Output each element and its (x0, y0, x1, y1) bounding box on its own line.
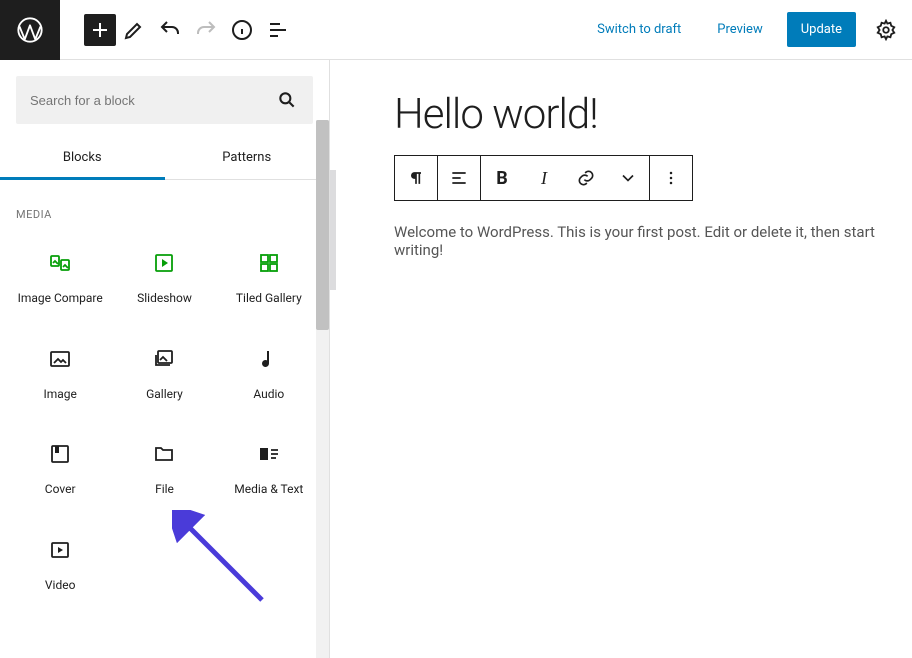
settings-button[interactable] (868, 12, 904, 48)
image-icon (48, 343, 72, 375)
block-grid: Image Compare Slideshow Tiled Gallery Im… (0, 229, 329, 611)
inserter-tabs: Blocks Patterns (0, 138, 329, 180)
link-button[interactable] (565, 156, 607, 200)
section-label-media: MEDIA (0, 180, 329, 229)
media-text-icon (257, 438, 281, 470)
italic-button[interactable]: I (523, 156, 565, 200)
bold-button[interactable]: B (481, 156, 523, 200)
editor-topbar: Switch to draft Preview Update (0, 0, 912, 60)
align-button[interactable] (438, 156, 480, 200)
block-label: Video (45, 578, 76, 594)
audio-icon (257, 343, 281, 375)
scrollbar-thumb[interactable] (316, 120, 329, 330)
more-vertical-icon (661, 168, 681, 188)
block-label: Image (43, 387, 76, 403)
switch-to-draft-button[interactable]: Switch to draft (585, 14, 693, 45)
editor-canvas: Hello world! B I (330, 60, 912, 658)
block-label: Cover (45, 482, 76, 498)
image-compare-icon (48, 247, 72, 279)
block-image[interactable]: Image (8, 325, 112, 421)
block-toolbar: B I (394, 155, 693, 201)
chevron-down-icon (618, 168, 638, 188)
more-options-button[interactable] (650, 156, 692, 200)
search-input[interactable] (30, 93, 275, 108)
more-format-button[interactable] (607, 156, 649, 200)
block-label: Slideshow (137, 291, 192, 307)
tiled-gallery-icon (257, 247, 281, 279)
gear-icon (875, 19, 897, 41)
block-label: Gallery (146, 387, 183, 403)
redo-button[interactable] (188, 0, 224, 60)
tab-blocks[interactable]: Blocks (0, 138, 165, 179)
update-button[interactable]: Update (787, 12, 856, 47)
pencil-icon (122, 18, 146, 42)
block-label: Audio (253, 387, 284, 403)
details-button[interactable] (224, 0, 260, 60)
block-media-text[interactable]: Media & Text (217, 420, 321, 516)
block-slideshow[interactable]: Slideshow (112, 229, 216, 325)
block-label: Media & Text (234, 482, 303, 498)
align-left-icon (449, 168, 469, 188)
editor-gutter (330, 170, 336, 290)
wordpress-icon (16, 16, 44, 44)
block-audio[interactable]: Audio (217, 325, 321, 421)
link-icon (576, 168, 596, 188)
preview-button[interactable]: Preview (705, 14, 774, 45)
block-cover[interactable]: Cover (8, 420, 112, 516)
block-label: Tiled Gallery (236, 291, 302, 307)
block-inserter-sidebar: Blocks Patterns MEDIA Image Compare Slid… (0, 60, 330, 658)
info-icon (230, 18, 254, 42)
wordpress-logo-button[interactable] (0, 0, 60, 60)
block-tiled-gallery[interactable]: Tiled Gallery (217, 229, 321, 325)
video-icon (48, 534, 72, 566)
plus-icon (88, 18, 112, 42)
file-icon (152, 438, 176, 470)
cover-icon (48, 438, 72, 470)
gallery-icon (152, 343, 176, 375)
block-label: File (155, 482, 174, 498)
list-view-icon (266, 18, 290, 42)
block-image-compare[interactable]: Image Compare (8, 229, 112, 325)
tab-patterns[interactable]: Patterns (165, 138, 330, 179)
block-label: Image Compare (18, 291, 103, 307)
undo-button[interactable] (152, 0, 188, 60)
edit-tool-button[interactable] (116, 0, 152, 60)
slideshow-icon (152, 247, 176, 279)
post-title[interactable]: Hello world! (394, 90, 912, 139)
search-icon (275, 88, 299, 112)
add-block-button[interactable] (84, 14, 116, 46)
post-paragraph[interactable]: Welcome to WordPress. This is your first… (394, 223, 912, 259)
search-input-wrapper[interactable] (16, 76, 313, 124)
block-video[interactable]: Video (8, 516, 112, 612)
paragraph-icon (406, 168, 426, 188)
block-file[interactable]: File (112, 420, 216, 516)
undo-icon (158, 18, 182, 42)
redo-icon (194, 18, 218, 42)
paragraph-type-button[interactable] (395, 156, 437, 200)
outline-button[interactable] (260, 0, 296, 60)
block-gallery[interactable]: Gallery (112, 325, 216, 421)
